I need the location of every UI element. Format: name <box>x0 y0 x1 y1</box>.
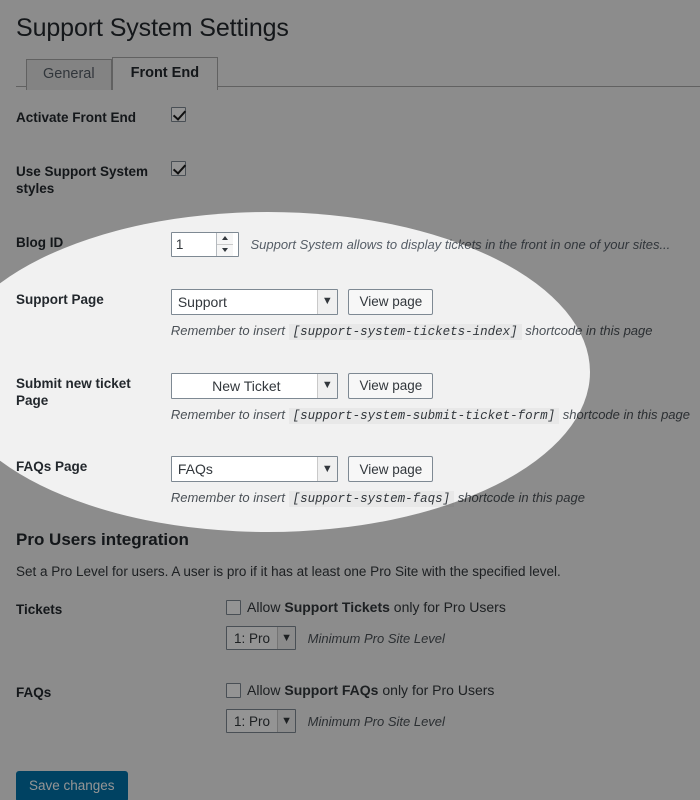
faqs-page-view-button[interactable]: View page <box>348 456 434 483</box>
settings-tab-bar: General Front End <box>16 55 700 90</box>
blog-id-input[interactable] <box>171 232 216 256</box>
checkbox-allow-tickets-pro-only[interactable] <box>226 600 241 616</box>
faqs-pro-level-note: Minimum Pro Site Level <box>307 713 445 729</box>
spinner-up-button[interactable] <box>216 233 233 245</box>
label-support-page: Support Page <box>16 291 104 307</box>
blog-id-spinner[interactable] <box>215 232 233 256</box>
checkbox-use-support-system-styles[interactable] <box>170 160 186 176</box>
support-page-select[interactable]: Support ▼ <box>170 288 338 315</box>
checkbox-label-allow-tickets-pro-only: Allow Support Tickets only for Pro Users <box>247 599 506 615</box>
front-end-settings-table: Activate Front End Use Support System st… <box>14 91 700 524</box>
row-faqs-page: FAQs Page FAQs ▼ View page Remember to i… <box>14 440 700 524</box>
faqs-cb-after: only for Pro Users <box>378 682 495 699</box>
support-page-select-value: Support <box>177 293 227 310</box>
row-blog-id: Blog ID Support System allows to display… <box>14 216 700 273</box>
spinner-down-button[interactable] <box>217 245 233 256</box>
tickets-pro-level-note: Minimum Pro Site Level <box>307 630 445 646</box>
label-submit-ticket-page: Submit new ticket Page <box>16 375 131 409</box>
faqs-cb-before: Allow <box>247 682 285 699</box>
submit-ticket-desc-prefix: Remember to insert <box>170 406 285 422</box>
submit-ticket-page-shortcode: [support-system-submit-ticket-form] <box>288 407 560 424</box>
submit-ticket-page-description: Remember to insert [support-system-submi… <box>171 406 690 425</box>
support-page-description: Remember to insert [support-system-ticke… <box>171 322 690 341</box>
chevron-down-icon: ▼ <box>277 627 296 650</box>
label-pro-tickets: Tickets <box>16 602 63 618</box>
faqs-page-desc-suffix: shortcode in this page <box>457 490 585 506</box>
checkbox-label-allow-faqs-pro-only: Allow Support FAQs only for Pro Users <box>247 682 494 698</box>
label-blog-id: Blog ID <box>16 234 64 250</box>
settings-content: Support System Settings General Front End… <box>0 0 700 800</box>
row-use-styles: Use Support System styles <box>14 145 700 216</box>
faqs-level-row: 1: Pro ▼ Minimum Pro Site Level <box>226 709 690 734</box>
pro-users-settings-table: Tickets Allow Support Tickets only for P… <box>14 583 700 749</box>
chevron-down-icon: ▼ <box>316 289 337 314</box>
faqs-page-select-value: FAQs <box>177 461 213 478</box>
settings-page: Support System Settings General Front End… <box>0 0 700 800</box>
faqs-pro-level-value: 1: Pro <box>234 713 271 729</box>
page-title: Support System Settings <box>16 14 289 42</box>
tickets-level-row: 1: Pro ▼ Minimum Pro Site Level <box>226 626 690 651</box>
blog-id-hint: Support System allows to display tickets… <box>250 236 671 252</box>
faqs-page-description: Remember to insert [support-system-faqs]… <box>171 489 690 508</box>
row-pro-faqs: FAQs Allow Support FAQs only for Pro Use… <box>14 666 700 749</box>
support-page-desc-suffix: shortcode in this page <box>525 322 653 338</box>
chevron-down-icon: ▼ <box>277 710 296 733</box>
checkbox-allow-faqs-pro-only[interactable] <box>226 683 241 699</box>
chevron-down-icon: ▼ <box>316 373 337 398</box>
label-faqs-page: FAQs Page <box>16 459 88 475</box>
tab-front-end[interactable]: Front End <box>111 57 219 90</box>
row-activate-front-end: Activate Front End <box>14 91 700 145</box>
save-changes-button[interactable]: Save changes <box>16 771 128 800</box>
faqs-page-select[interactable]: FAQs ▼ <box>170 456 338 483</box>
faqs-page-shortcode: [support-system-faqs] <box>288 491 455 508</box>
label-use-styles: Use Support System styles <box>16 163 149 197</box>
row-support-page: Support Page Support ▼ View page Remembe… <box>14 273 700 357</box>
faqs-pro-level-select[interactable]: 1: Pro ▼ <box>226 709 297 734</box>
label-activate-front-end: Activate Front End <box>16 110 137 125</box>
support-page-view-button[interactable]: View page <box>348 288 434 315</box>
tickets-cb-bold: Support Tickets <box>284 599 390 616</box>
caret-up-icon <box>221 236 228 241</box>
submit-ticket-page-select-value: New Ticket <box>212 377 281 394</box>
faqs-cb-bold: Support FAQs <box>284 682 379 699</box>
caret-down-icon <box>221 248 228 253</box>
tab-general[interactable]: General <box>26 59 112 90</box>
row-pro-tickets: Tickets Allow Support Tickets only for P… <box>14 583 700 666</box>
submit-ticket-page-view-button[interactable]: View page <box>348 372 434 399</box>
submit-area: Save changes <box>16 771 700 800</box>
chevron-down-icon: ▼ <box>316 457 337 482</box>
blog-id-stepper[interactable] <box>170 231 239 257</box>
tickets-pro-level-value: 1: Pro <box>234 630 271 646</box>
support-page-desc-prefix: Remember to insert <box>170 322 285 338</box>
tickets-cb-before: Allow <box>247 599 285 616</box>
checkbox-activate-front-end[interactable] <box>170 107 186 122</box>
support-page-shortcode: [support-system-tickets-index] <box>288 323 522 340</box>
tickets-pro-level-select[interactable]: 1: Pro ▼ <box>226 626 297 651</box>
faqs-page-desc-prefix: Remember to insert <box>170 490 285 506</box>
submit-ticket-desc-suffix: shortcode in this page <box>562 406 690 422</box>
label-pro-faqs: FAQs <box>16 685 52 701</box>
tickets-cb-after: only for Pro Users <box>389 599 506 616</box>
row-submit-ticket-page: Submit new ticket Page New Ticket ▼ View… <box>14 357 700 441</box>
pro-users-section-heading: Pro Users integration <box>16 530 189 550</box>
pro-users-section-description: Set a Pro Level for users. A user is pro… <box>16 564 561 580</box>
submit-ticket-page-select[interactable]: New Ticket ▼ <box>170 372 338 399</box>
